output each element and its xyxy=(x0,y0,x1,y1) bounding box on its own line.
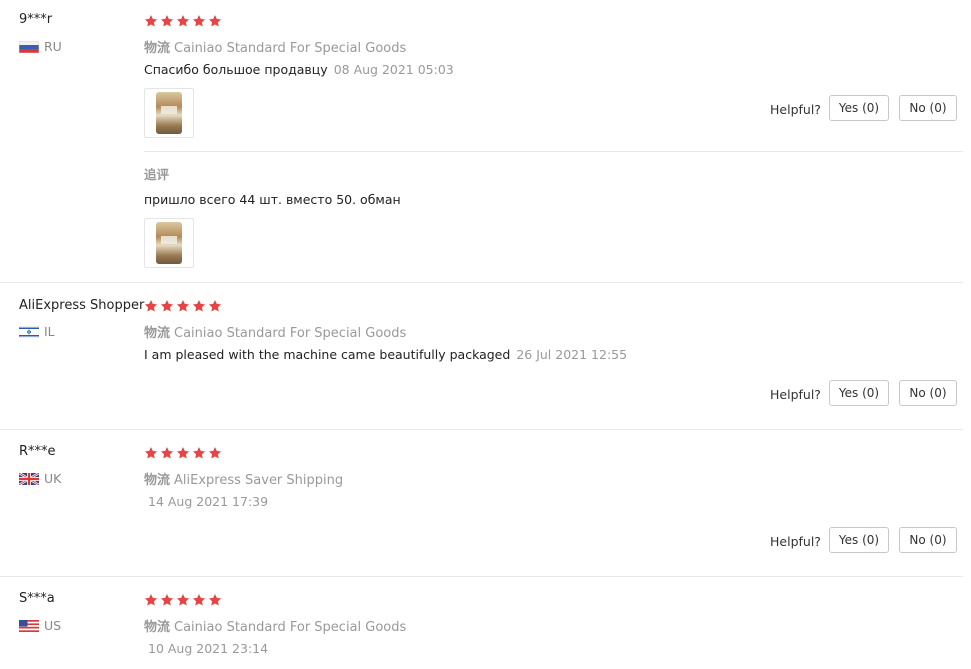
review-divider xyxy=(0,282,963,283)
star-icon xyxy=(192,15,206,27)
star-icon xyxy=(192,447,206,459)
star-icon xyxy=(160,300,174,312)
star-rating xyxy=(144,446,222,460)
country-code: RU xyxy=(44,39,62,54)
star-icon xyxy=(208,594,222,606)
review-text-line: Спасибо большое продавцу 08 Aug 2021 05:0… xyxy=(144,62,454,77)
star-rating xyxy=(144,593,222,607)
reviewer-country: RU xyxy=(19,39,62,54)
reviewer-name: 9***r xyxy=(19,12,53,27)
star-icon xyxy=(176,447,190,459)
star-icon xyxy=(160,447,174,459)
country-code: IL xyxy=(44,324,55,339)
star-icon xyxy=(176,300,190,312)
israel-flag-icon xyxy=(19,325,39,338)
star-icon xyxy=(144,447,158,459)
star-icon xyxy=(208,15,222,27)
reviewer-country: US xyxy=(19,618,61,633)
star-icon xyxy=(160,594,174,606)
star-icon xyxy=(192,594,206,606)
helpful-label: Helpful? xyxy=(770,102,821,117)
helpful-no-button[interactable]: No (0) xyxy=(899,380,957,406)
review-item: 9***r RU 物流 Cainiao Standard For Special … xyxy=(0,0,971,283)
russia-flag-icon xyxy=(19,40,39,53)
review-divider xyxy=(0,576,963,577)
country-code: US xyxy=(44,618,62,633)
reviewer-name: S***a xyxy=(19,591,55,606)
star-icon xyxy=(208,447,222,459)
review-divider xyxy=(0,429,963,430)
star-icon xyxy=(208,300,222,312)
followup-text: пришло всего 44 шт. вместо 50. обман xyxy=(144,192,401,207)
shipping-name: Cainiao Standard For Special Goods xyxy=(174,326,407,341)
helpful-yes-button[interactable]: Yes (0) xyxy=(829,527,889,553)
shipping-label: 物流 xyxy=(144,473,171,488)
shipping-method: 物流 Cainiao Standard For Special Goods xyxy=(144,37,406,56)
helpful-label: Helpful? xyxy=(770,387,821,402)
uk-flag-icon xyxy=(19,472,39,485)
reviewer-name: AliExpress Shopper xyxy=(19,298,145,313)
reviewer-country: IL xyxy=(19,324,55,339)
star-icon xyxy=(160,15,174,27)
review-photo[interactable] xyxy=(144,88,194,138)
review-item: R***e UK 物流 AliExpress Saver Shipping 14 … xyxy=(0,432,971,577)
review-item: AliExpress Shopper IL 物流 Cainiao Standard… xyxy=(0,285,971,430)
helpful-no-button[interactable]: No (0) xyxy=(899,95,957,121)
shipping-name: AliExpress Saver Shipping xyxy=(174,473,344,488)
us-flag-icon xyxy=(19,619,39,632)
review-date: 08 Aug 2021 05:03 xyxy=(333,62,454,77)
star-rating xyxy=(144,299,222,313)
star-icon xyxy=(176,594,190,606)
helpful-yes-button[interactable]: Yes (0) xyxy=(829,380,889,406)
shipping-name: Cainiao Standard For Special Goods xyxy=(174,41,407,56)
review-date: 26 Jul 2021 12:55 xyxy=(516,347,628,362)
star-icon xyxy=(144,594,158,606)
helpful-yes-button[interactable]: Yes (0) xyxy=(829,95,889,121)
followup-label: 追评 xyxy=(144,167,170,182)
helpful-label: Helpful? xyxy=(770,534,821,549)
shipping-method: 物流 AliExpress Saver Shipping xyxy=(144,469,343,488)
star-icon xyxy=(144,300,158,312)
review-date: 14 Aug 2021 17:39 xyxy=(148,494,269,509)
review-text: Спасибо большое продавцу xyxy=(144,62,328,77)
shipping-label: 物流 xyxy=(144,620,171,635)
review-text: I am pleased with the machine came beaut… xyxy=(144,347,511,362)
review-item: S***a US 物流 Cainiao Standard For Special … xyxy=(0,579,971,669)
shipping-name: Cainiao Standard For Special Goods xyxy=(174,620,407,635)
followup-photo[interactable] xyxy=(144,218,194,268)
shipping-label: 物流 xyxy=(144,326,171,341)
star-icon xyxy=(144,15,158,27)
star-icon xyxy=(176,15,190,27)
star-rating xyxy=(144,14,222,28)
country-code: UK xyxy=(44,471,62,486)
star-icon xyxy=(192,300,206,312)
review-date: 10 Aug 2021 23:14 xyxy=(148,641,269,656)
shipping-method: 物流 Cainiao Standard For Special Goods xyxy=(144,322,406,341)
review-text-line: I am pleased with the machine came beaut… xyxy=(144,347,627,362)
shipping-method: 物流 Cainiao Standard For Special Goods xyxy=(144,616,406,635)
reviewer-name: R***e xyxy=(19,444,56,459)
helpful-no-button[interactable]: No (0) xyxy=(899,527,957,553)
followup-divider xyxy=(144,151,963,152)
reviewer-country: UK xyxy=(19,471,61,486)
shipping-label: 物流 xyxy=(144,41,171,56)
